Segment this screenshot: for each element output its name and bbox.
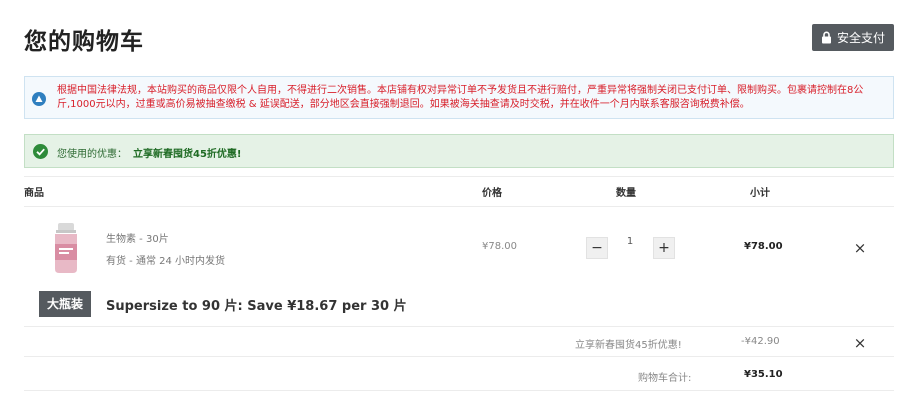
quantity-decrease-button[interactable]: − [586,237,608,259]
item-subtotal: ¥78.00 [744,241,783,252]
remove-item-close-icon[interactable]: × [852,240,868,256]
legal-notice-text: 根据中国法律法规，本站购买的商品仅限个人自用，不得进行二次销售。本店铺有权对异常… [57,85,864,110]
header-quantity: 数量 [616,188,636,199]
info-icon [32,91,46,106]
remove-coupon-close-icon[interactable]: × [852,335,868,351]
page-title: 您的购物车 [24,29,144,55]
divider [24,176,894,177]
coupon-applied-banner: 您使用的优惠： 立享新春囤货45折优惠! [24,134,894,168]
divider [24,206,894,207]
product-name[interactable]: 生物素 - 30片 [106,230,169,245]
lock-icon [821,31,832,44]
supersize-badge[interactable]: 大瓶装 [39,291,91,317]
quantity-input[interactable]: 1 [620,236,640,247]
product-stock-status: 有货 - 通常 24 小时内发货 [106,256,226,267]
coupon-label: 您使用的优惠： [57,149,127,160]
quantity-increase-button[interactable]: + [653,237,675,259]
coupon-name: 立享新春囤货45折优惠! [133,149,242,160]
divider [24,356,894,357]
divider [24,390,894,391]
divider [24,326,894,327]
discount-label: 立享新春囤货45折优惠! [575,340,682,351]
secure-payment-label: 安全支付 [836,31,885,45]
secure-payment-button[interactable]: 安全支付 [812,24,894,51]
header-subtotal: 小计 [750,188,770,199]
product-image[interactable] [50,222,82,274]
header-price: 价格 [482,188,502,199]
check-circle-icon [33,144,48,159]
header-product: 商品 [24,188,44,199]
supersize-offer-text[interactable]: Supersize to 90 片: Save ¥18.67 per 30 片 [106,295,407,314]
discount-value: -¥42.90 [741,336,780,347]
cart-total-value: ¥35.10 [744,369,783,380]
cart-total-label: 购物车合计: [638,373,692,384]
legal-notice: 根据中国法律法规，本站购买的商品仅限个人自用，不得进行二次销售。本店铺有权对异常… [24,76,894,119]
product-price: ¥78.00 [482,241,517,252]
